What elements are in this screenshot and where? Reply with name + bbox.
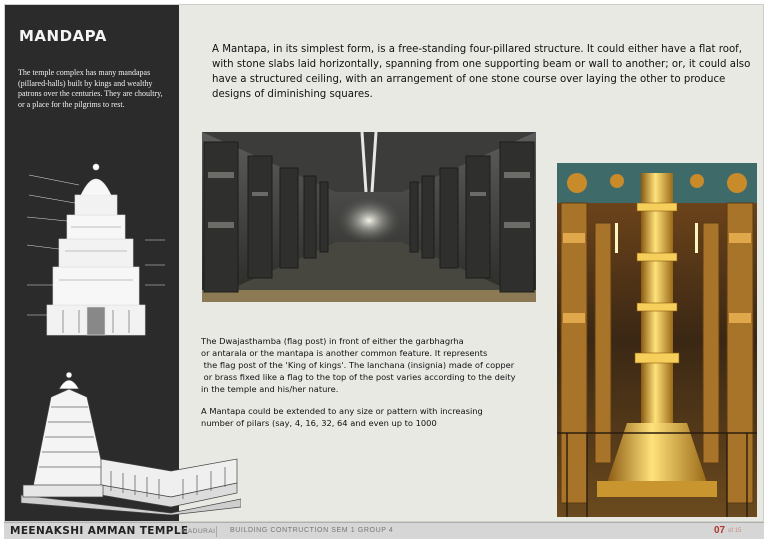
sidebar-intro-text: The temple complex has many mandapas (pi… — [18, 68, 163, 109]
gopuram-elevation-drawing — [26, 163, 165, 336]
text-line: or brass fixed like a flag to the top of… — [201, 372, 516, 382]
pillared-corridor-photo — [202, 132, 536, 302]
mantapa-extension-paragraph: A Mantapa could be extended to any size … — [201, 405, 561, 429]
footer-divider — [216, 526, 217, 537]
slide-page: MANDAPA The temple complex has many mand… — [0, 0, 768, 543]
text-line: or antarala or the mantapa is another co… — [201, 348, 488, 358]
golden-dwajasthamba-photo — [557, 163, 757, 517]
footer-bar: MEENAKSHI AMMAN TEMPLE MADURAI BUILDING … — [4, 522, 764, 539]
page-number-suffix: of 15 — [728, 528, 742, 534]
sidebar: MANDAPA The temple complex has many mand… — [5, 5, 241, 521]
mantapa-definition-text: A Mantapa, in its simplest form, is a fr… — [212, 44, 751, 100]
dwajasthamba-paragraph: The Dwajasthamba (flag post) in front of… — [201, 335, 561, 395]
text-line: the flag post of the 'King of kings'. Th… — [201, 360, 515, 370]
text-line: number of pilars (say, 4, 16, 32, 64 and… — [201, 418, 437, 428]
text-line: The Dwajasthamba (flag post) in front of… — [201, 336, 464, 346]
text-line: in the temple and his/her nature. — [201, 384, 339, 394]
page-number: 07 — [714, 525, 726, 536]
slide-frame: MANDAPA The temple complex has many mand… — [4, 4, 764, 522]
dwajasthamba-text-block: The Dwajasthamba (flag post) in front of… — [201, 335, 561, 439]
text-line: A Mantapa could be extended to any size … — [201, 406, 483, 416]
footer-title: MEENAKSHI AMMAN TEMPLE — [10, 525, 189, 537]
footer-city: MADURAI — [182, 528, 216, 535]
section-title: MANDAPA — [19, 27, 107, 45]
footer-course-label: BUILDING CONTRUCTION SEM 1 GROUP 4 — [230, 527, 394, 534]
